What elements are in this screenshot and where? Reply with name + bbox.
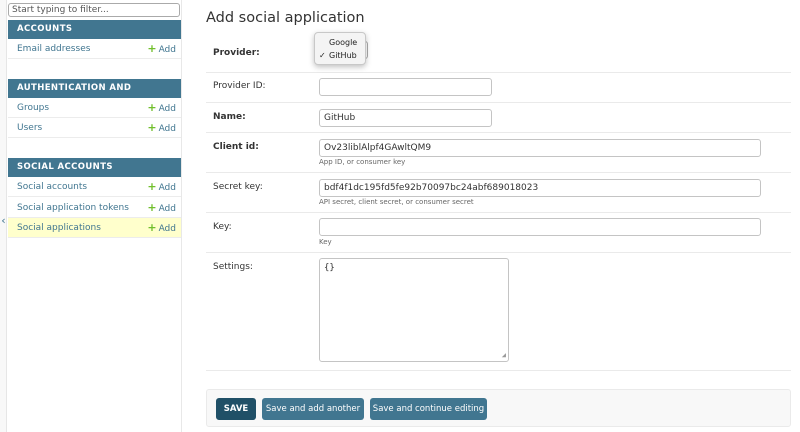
client-id-help: App ID, or consumer key	[319, 158, 406, 166]
key-help: Key	[319, 238, 332, 246]
form-row-key: Key: Key	[206, 213, 791, 253]
add-social-account-link[interactable]: + Add	[147, 177, 176, 198]
plus-icon: +	[147, 201, 157, 214]
sidebar-item-users: Users + Add	[8, 118, 181, 138]
provider-option-label: GitHub	[329, 51, 357, 60]
sidebar-item-social-applications: Social applications + Add	[8, 218, 181, 238]
key-label: Key:	[213, 222, 232, 232]
module-caption-auth[interactable]: AUTHENTICATION AND AUTHORIZATION	[8, 79, 181, 112]
settings-textarea[interactable]: {} ◢	[319, 258, 509, 362]
settings-value: {}	[324, 263, 335, 273]
key-input[interactable]	[319, 218, 761, 236]
provider-option-label: Google	[329, 38, 358, 47]
add-social-application-token-link[interactable]: + Add	[147, 198, 176, 219]
secret-key-label: Secret key:	[213, 182, 263, 192]
add-social-application-link[interactable]: + Add	[147, 218, 176, 239]
sidebar-link-social-applications[interactable]: Social applications	[17, 218, 101, 238]
submit-row: SAVE Save and add another Save and conti…	[206, 389, 791, 427]
module-caption-social-accounts[interactable]: SOCIAL ACCOUNTS	[8, 158, 181, 177]
sidebar-item-groups: Groups + Add	[8, 98, 181, 118]
page-title: Add social application	[206, 10, 365, 26]
form-row-provider: Provider:	[206, 33, 791, 73]
form-row-secret-key: Secret key: API secret, client secret, o…	[206, 173, 791, 213]
sidebar-link-social-application-tokens[interactable]: Social application tokens	[17, 198, 129, 218]
client-id-label: Client id:	[213, 142, 259, 152]
save-and-continue-editing-button[interactable]: Save and continue editing	[370, 398, 487, 420]
secret-key-input[interactable]	[319, 179, 761, 197]
provider-dropdown-menu: Google ✓ GitHub	[314, 32, 366, 65]
provider-label: Provider:	[213, 48, 260, 58]
form-row-provider-id: Provider ID:	[206, 73, 791, 103]
add-user-link[interactable]: + Add	[147, 118, 176, 139]
provider-id-input[interactable]	[319, 78, 492, 96]
plus-icon: +	[147, 180, 157, 193]
checkmark-icon: ✓	[319, 51, 326, 60]
secret-key-help: API secret, client secret, or consumer s…	[319, 198, 474, 206]
form-row-name: Name:	[206, 103, 791, 133]
add-group-link[interactable]: + Add	[147, 98, 176, 119]
sidebar-link-email-addresses[interactable]: Email addresses	[17, 39, 90, 59]
module-caption-accounts[interactable]: ACCOUNTS	[8, 20, 181, 39]
sidebar-item-social-accounts: Social accounts + Add	[8, 177, 181, 197]
plus-icon: +	[147, 121, 157, 134]
form-row-client-id: Client id: App ID, or consumer key	[206, 133, 791, 173]
plus-icon: +	[147, 42, 157, 55]
name-label: Name:	[213, 112, 246, 122]
sidebar-item-email-addresses: Email addresses + Add	[8, 39, 181, 59]
settings-label: Settings:	[213, 262, 253, 272]
name-input[interactable]	[319, 109, 492, 127]
sidebar-item-social-application-tokens: Social application tokens + Add	[8, 198, 181, 218]
save-button[interactable]: SAVE	[216, 398, 256, 420]
provider-option-google[interactable]: Google	[315, 36, 367, 49]
sidebar-link-groups[interactable]: Groups	[17, 98, 49, 118]
provider-id-label: Provider ID:	[213, 81, 266, 91]
sidebar-link-social-accounts[interactable]: Social accounts	[17, 177, 87, 197]
add-email-address-link[interactable]: + Add	[147, 39, 176, 60]
save-and-add-another-button[interactable]: Save and add another	[262, 398, 364, 420]
collapse-sidebar-toggle[interactable]: ‹	[0, 213, 7, 229]
plus-icon: +	[147, 221, 157, 234]
plus-icon: +	[147, 101, 157, 114]
provider-option-github[interactable]: ✓ GitHub	[315, 49, 367, 62]
client-id-input[interactable]	[319, 139, 761, 157]
form-row-settings: Settings: {} ◢	[206, 253, 791, 371]
resize-grip-icon[interactable]: ◢	[502, 352, 506, 359]
sidebar-link-users[interactable]: Users	[17, 118, 42, 138]
sidebar-filter-input[interactable]	[8, 3, 180, 17]
